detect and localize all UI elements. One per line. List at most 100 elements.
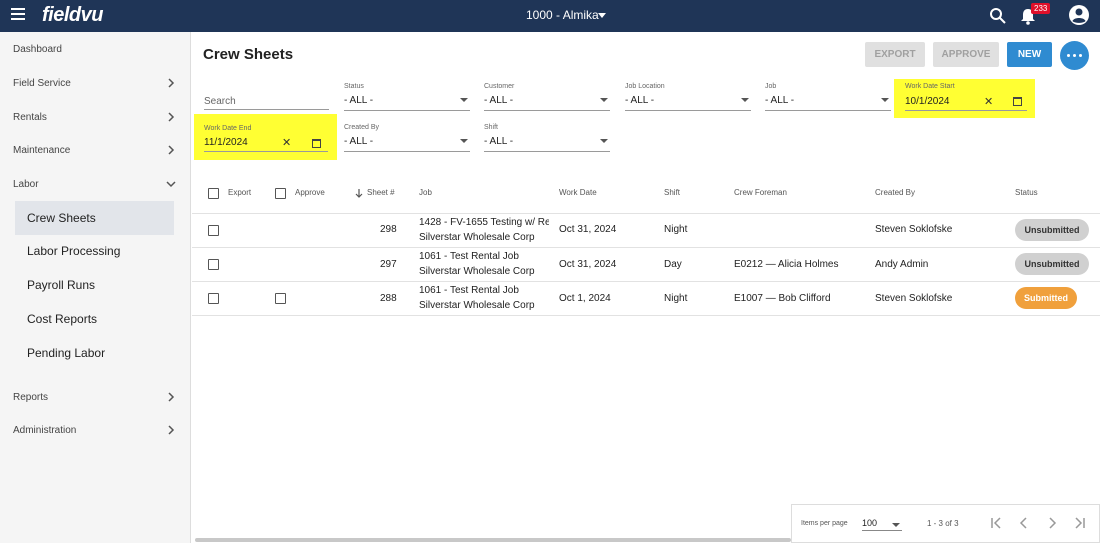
filter-value: - ALL - — [344, 136, 374, 147]
clear-icon[interactable]: ✕ — [984, 95, 993, 108]
filter-value: - ALL - — [625, 95, 655, 106]
select-all-approve-checkbox[interactable] — [275, 188, 286, 199]
previous-page-icon[interactable] — [1017, 516, 1031, 530]
sidebar-item-payroll-runs[interactable]: Payroll Runs — [15, 268, 174, 302]
filter-label: Created By — [344, 124, 380, 131]
filter-value[interactable]: 10/1/2024 — [905, 96, 950, 107]
sidebar-item-labor-processing[interactable]: Labor Processing — [15, 234, 174, 268]
job-name: 1061 - Test Rental Job — [419, 285, 519, 296]
caret-down-icon — [881, 98, 889, 102]
export-checkbox[interactable] — [208, 225, 219, 236]
sidebar-item-reports[interactable]: Reports — [0, 382, 191, 412]
first-page-icon[interactable] — [989, 516, 1003, 530]
sidebar-item-labor[interactable]: Labor — [0, 169, 191, 199]
new-button[interactable]: NEW — [1007, 42, 1052, 67]
caret-down-icon — [741, 98, 749, 102]
column-header-work-date[interactable]: Work Date — [559, 188, 597, 197]
approve-button[interactable]: APPROVE — [933, 42, 999, 67]
sheet-number: 288 — [380, 293, 397, 304]
sidebar-item-label: Field Service — [13, 78, 71, 89]
search-input[interactable] — [204, 90, 329, 110]
pagination: Items per page 100 1 - 3 of 3 — [791, 504, 1100, 543]
sort-desc-icon[interactable] — [355, 188, 363, 198]
account-icon[interactable] — [1068, 4, 1090, 26]
work-date: Oct 1, 2024 — [559, 293, 611, 304]
sidebar-item-field-service[interactable]: Field Service — [0, 68, 191, 98]
chevron-right-icon — [168, 145, 175, 155]
filter-label: Shift — [484, 124, 499, 131]
sidebar-item-pending-labor[interactable]: Pending Labor — [15, 336, 174, 370]
approve-checkbox[interactable] — [275, 293, 286, 304]
work-date-start-field[interactable]: Work Date Start 10/1/2024 ✕ — [894, 79, 1035, 118]
filter-value[interactable]: 11/1/2024 — [204, 137, 248, 148]
sidebar-item-dashboard[interactable]: Dashboard — [0, 34, 191, 64]
caret-down-icon — [600, 98, 608, 102]
sheet-number: 297 — [380, 259, 397, 270]
filter-label: Status — [344, 83, 364, 90]
filter-value: - ALL - — [484, 136, 514, 147]
sheet-number: 298 — [380, 224, 397, 235]
app-logo[interactable]: fieldvu — [42, 4, 103, 27]
shift-filter[interactable]: Shift - ALL - — [484, 124, 610, 152]
caret-down-icon — [460, 139, 468, 143]
sidebar-item-label: Pending Labor — [27, 346, 106, 360]
export-button[interactable]: EXPORT — [865, 42, 925, 67]
column-header-shift[interactable]: Shift — [664, 188, 680, 197]
customer-name: Silverstar Wholesale Corp — [419, 232, 535, 243]
chevron-down-icon — [166, 181, 176, 188]
caret-down-icon[interactable] — [598, 13, 606, 18]
calendar-icon[interactable] — [1013, 97, 1022, 106]
caret-down-icon[interactable] — [892, 523, 900, 527]
sidebar-item-label: Administration — [13, 425, 77, 436]
sidebar-item-label: Reports — [13, 392, 49, 403]
top-bar: fieldvu 1000 - Almika 233 — [0, 0, 1100, 32]
sidebar: Dashboard Field Service Rentals Maintena… — [0, 32, 191, 543]
column-header-crew-foreman[interactable]: Crew Foreman — [734, 188, 787, 197]
work-date-end-field[interactable]: Work Date End 11/1/2024 ✕ — [194, 114, 337, 160]
filter-label: Job Location — [625, 83, 665, 90]
column-header-approve: Approve — [295, 188, 325, 197]
created-by: Steven Soklofske — [875, 293, 953, 304]
calendar-icon[interactable] — [312, 139, 321, 148]
created-by-filter[interactable]: Created By - ALL - — [344, 124, 470, 152]
caret-down-icon — [600, 139, 608, 143]
sidebar-item-rentals[interactable]: Rentals — [0, 102, 191, 132]
column-header-sheet[interactable]: Sheet # — [367, 188, 395, 197]
sidebar-item-label: Maintenance — [13, 145, 71, 156]
customer-filter[interactable]: Customer - ALL - — [484, 83, 610, 111]
sidebar-item-label: Crew Sheets — [27, 211, 96, 225]
more-options-button[interactable] — [1060, 41, 1089, 70]
customer-name: Silverstar Wholesale Corp — [419, 266, 535, 277]
status-badge: Submitted — [1015, 287, 1077, 309]
company-selector[interactable]: 1000 - Almika — [526, 8, 599, 22]
status-badge: Unsubmitted — [1015, 253, 1089, 275]
shift: Day — [664, 259, 682, 270]
job-location-filter[interactable]: Job Location - ALL - — [625, 83, 751, 111]
search-icon[interactable] — [988, 6, 1008, 26]
last-page-icon[interactable] — [1073, 516, 1087, 530]
column-header-job[interactable]: Job — [419, 188, 432, 197]
menu-icon[interactable] — [11, 8, 25, 22]
sidebar-item-maintenance[interactable]: Maintenance — [0, 135, 191, 165]
column-header-created-by[interactable]: Created By — [875, 188, 915, 197]
column-header-status[interactable]: Status — [1015, 188, 1038, 197]
job-filter[interactable]: Job - ALL - — [765, 83, 891, 111]
chevron-right-icon — [168, 78, 175, 88]
sidebar-item-cost-reports[interactable]: Cost Reports — [15, 302, 174, 336]
chevron-right-icon — [168, 112, 175, 122]
export-checkbox[interactable] — [208, 259, 219, 270]
horizontal-scrollbar[interactable] — [195, 538, 791, 542]
sidebar-item-administration[interactable]: Administration — [0, 415, 191, 445]
export-checkbox[interactable] — [208, 293, 219, 304]
select-all-export-checkbox[interactable] — [208, 188, 219, 199]
work-date: Oct 31, 2024 — [559, 259, 617, 270]
crew-foreman: E1007 — Bob Clifford — [734, 293, 831, 304]
column-header-export: Export — [228, 188, 252, 197]
chevron-right-icon — [168, 425, 175, 435]
sidebar-item-crew-sheets[interactable]: Crew Sheets — [15, 201, 174, 235]
status-badge: Unsubmitted — [1015, 219, 1089, 241]
created-by: Steven Soklofske — [875, 224, 953, 235]
status-filter[interactable]: Status - ALL - — [344, 83, 470, 111]
next-page-icon[interactable] — [1045, 516, 1059, 530]
clear-icon[interactable]: ✕ — [282, 136, 291, 149]
